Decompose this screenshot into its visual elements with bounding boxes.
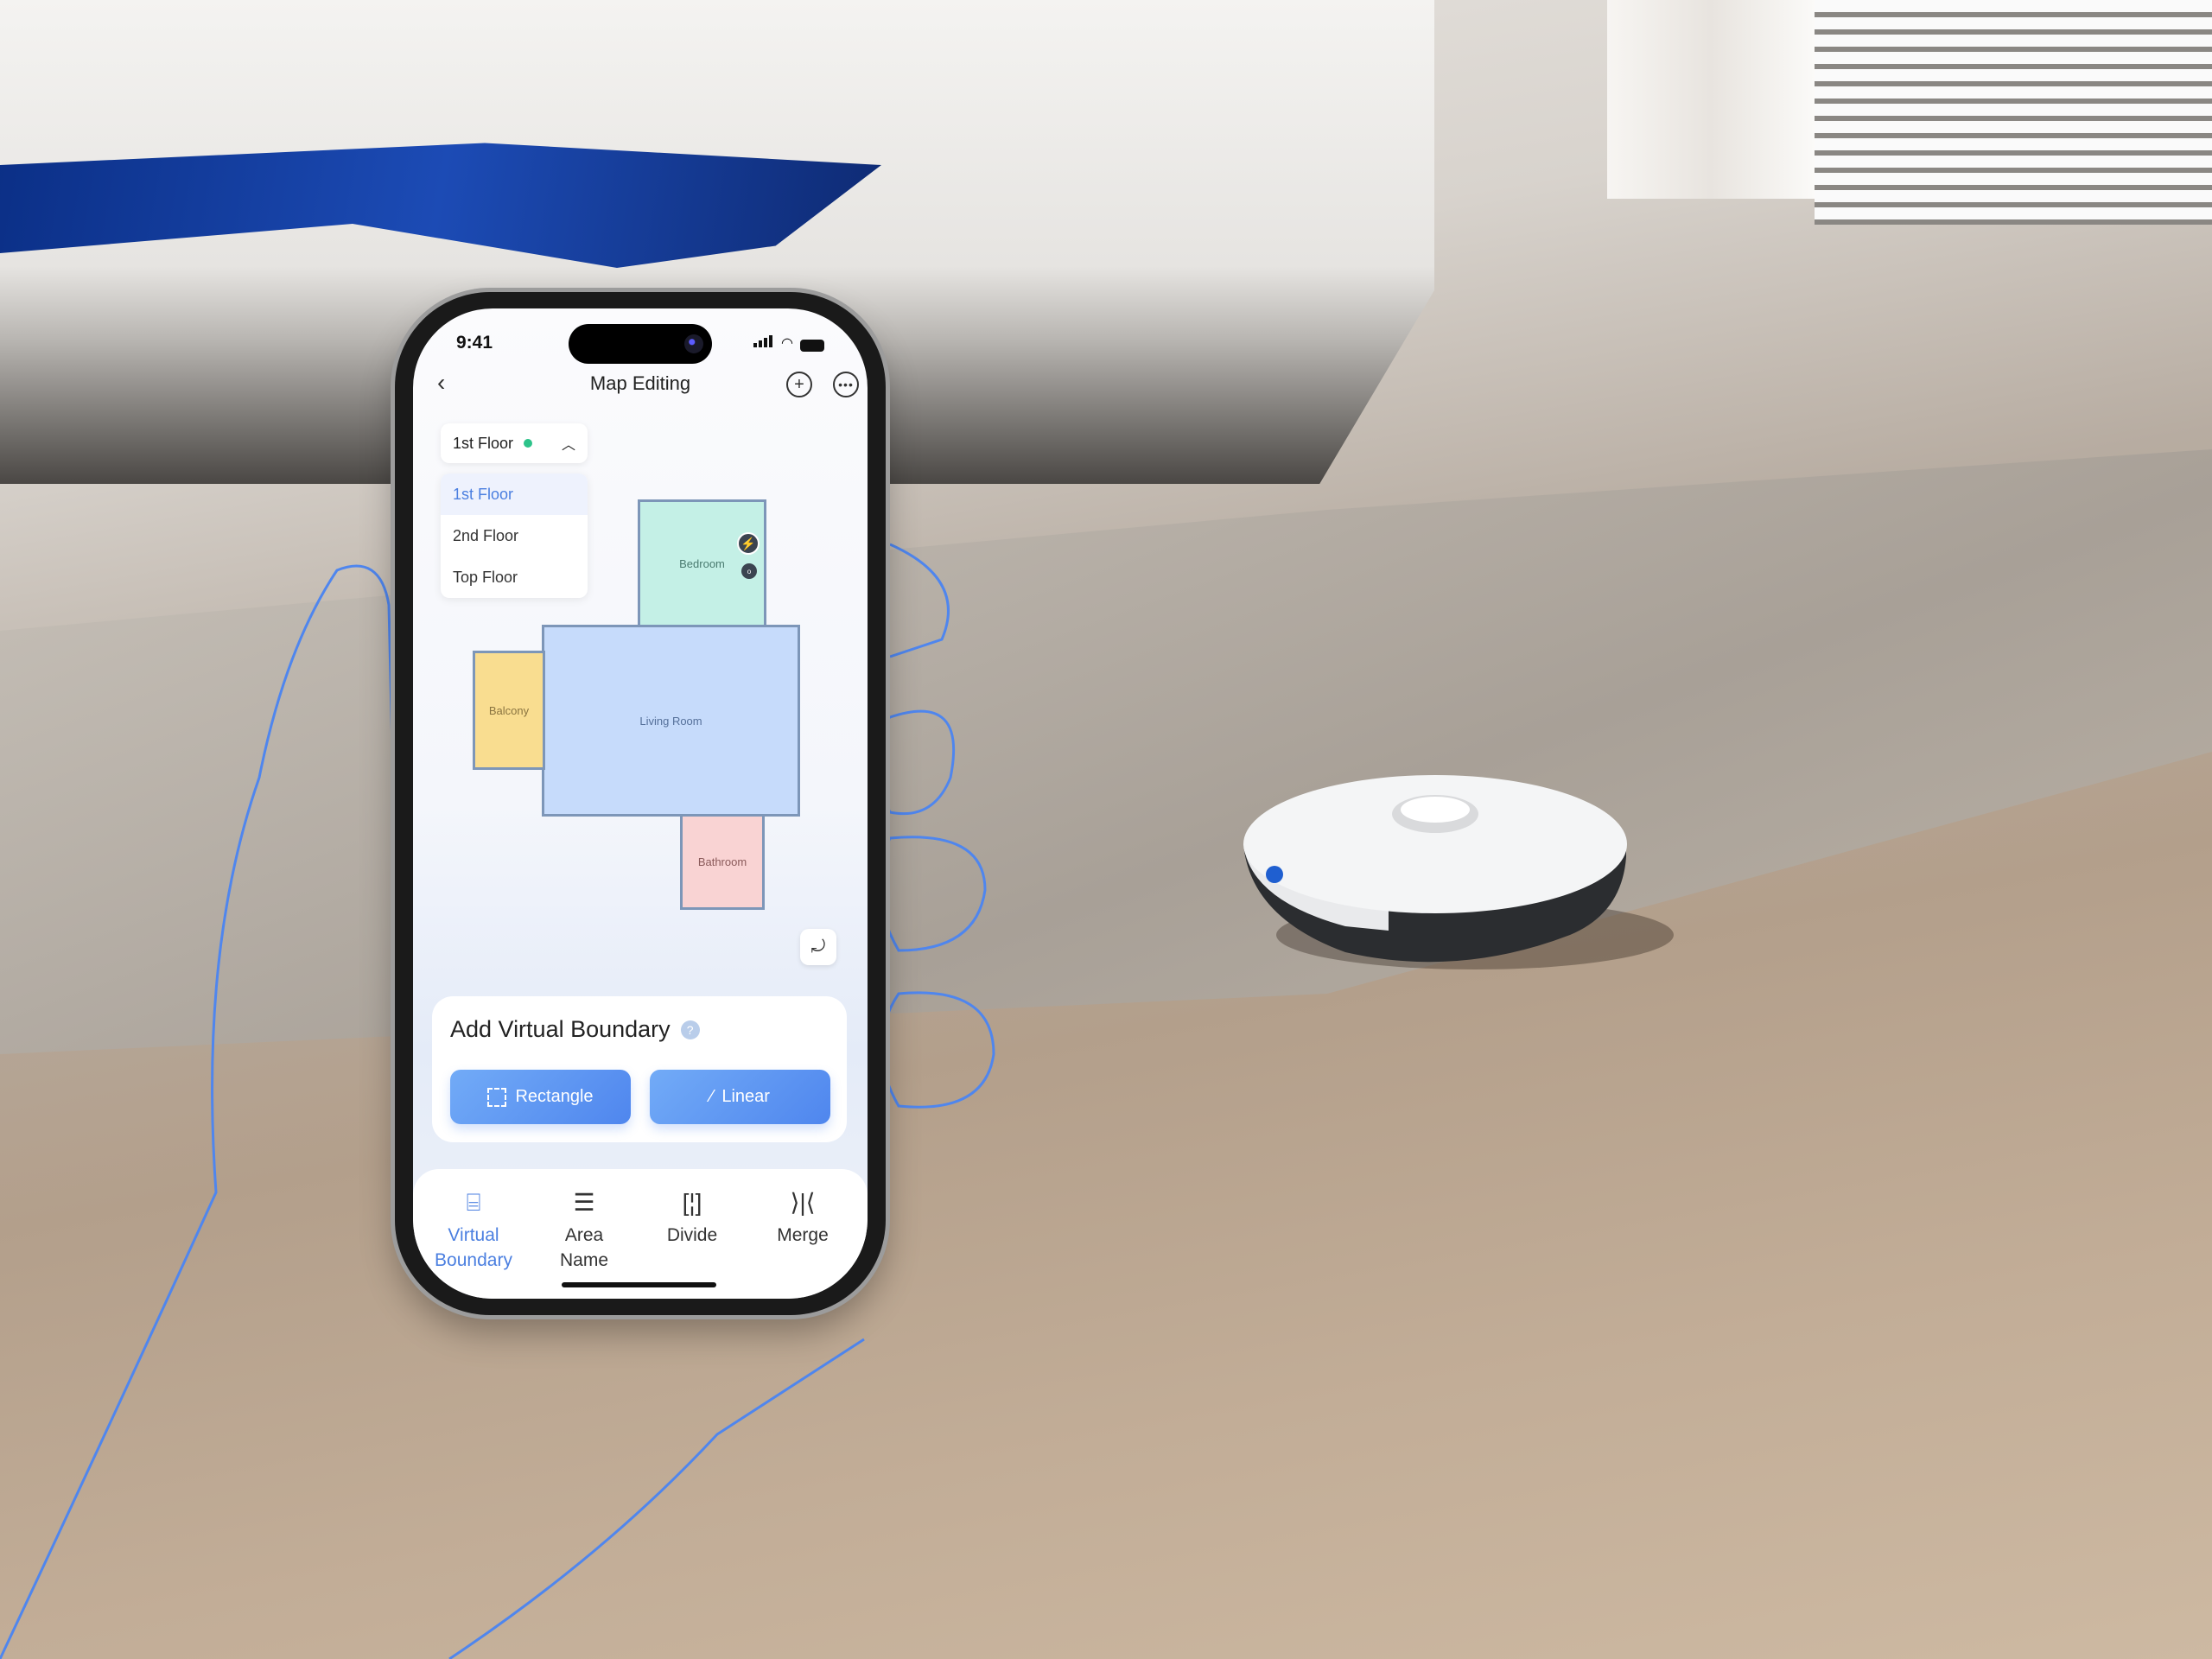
floor-selected: 1st Floor xyxy=(453,434,514,452)
status-time: 9:41 xyxy=(456,333,493,353)
room-bathroom[interactable]: Bathroom xyxy=(680,814,765,910)
nav-divide[interactable]: [¦] Divide xyxy=(640,1188,744,1248)
status-dot xyxy=(524,439,533,448)
add-virtual-boundary-card: Add Virtual Boundary? Rectangle ⁄ Linear xyxy=(432,996,847,1142)
floor-option[interactable]: 2nd Floor xyxy=(441,515,588,556)
floor-option[interactable]: 1st Floor xyxy=(441,474,588,515)
window-blinds xyxy=(1815,0,2212,225)
robot-vacuum xyxy=(1243,775,1674,969)
lightning-icon: ⚡ xyxy=(737,532,760,555)
room-living-room[interactable]: Living Room xyxy=(542,625,800,817)
boundary-icon: ⌸ xyxy=(466,1189,481,1216)
card-title: Add Virtual Boundary xyxy=(450,1016,671,1042)
phone-screen: 9:41 ◠ ‹ Map Editing + ••• Bedroom Livin… xyxy=(413,308,868,1299)
room-label: Balcony xyxy=(488,703,530,717)
phone: 9:41 ◠ ‹ Map Editing + ••• Bedroom Livin… xyxy=(395,292,886,1315)
dynamic-island xyxy=(569,324,712,364)
nav-area-name[interactable]: ☰ Area Name xyxy=(532,1188,636,1273)
signal-icon xyxy=(753,335,774,352)
floor-dropdown: 1st Floor 2nd Floor Top Floor xyxy=(441,474,588,598)
help-icon[interactable]: ? xyxy=(680,1020,700,1039)
merge-icon: ⟩|⟨ xyxy=(790,1189,816,1216)
floor-option[interactable]: Top Floor xyxy=(441,556,588,598)
room-label: Bathroom xyxy=(697,855,747,868)
floor-selector[interactable]: 1st Floor ︿ xyxy=(441,423,588,463)
nav-merge[interactable]: ⟩|⟨ Merge xyxy=(751,1188,855,1248)
dashed-rectangle-icon xyxy=(487,1087,507,1107)
home-indicator[interactable] xyxy=(562,1282,716,1287)
wifi-icon: ◠ xyxy=(781,336,793,351)
rotate-icon[interactable]: ⤾ xyxy=(800,929,836,965)
robot-icon: o xyxy=(741,563,757,579)
room-label: Living Room xyxy=(639,714,702,728)
more-circle-icon[interactable]: ••• xyxy=(833,372,859,397)
nav-label: Area Name xyxy=(559,1225,609,1270)
linear-label: Linear xyxy=(721,1087,770,1106)
divide-icon: [¦] xyxy=(682,1189,702,1216)
nav-label: Virtual Boundary xyxy=(435,1225,512,1270)
nav-virtual-boundary[interactable]: ⌸ Virtual Boundary xyxy=(422,1188,525,1273)
nav-label: Divide xyxy=(666,1225,718,1245)
linear-button[interactable]: ⁄ Linear xyxy=(650,1070,830,1124)
rectangle-label: Rectangle xyxy=(515,1087,594,1106)
status-icons: ◠ xyxy=(753,334,824,352)
nav-label: Merge xyxy=(777,1225,829,1245)
dashed-line-icon: ⁄ xyxy=(710,1087,714,1106)
rectangle-button[interactable]: Rectangle xyxy=(450,1070,631,1124)
battery-icon xyxy=(800,340,824,352)
bottom-nav: ⌸ Virtual Boundary ☰ Area Name [¦] Divide ⟩… xyxy=(413,1169,868,1299)
camera-icon xyxy=(684,334,703,353)
room-label: Bedroom xyxy=(679,556,725,570)
curtain xyxy=(1607,0,1815,199)
room-balcony[interactable]: Balcony xyxy=(473,651,545,770)
chevron-up-icon: ︿ xyxy=(561,438,575,453)
list-icon: ☰ xyxy=(573,1189,595,1216)
plus-circle-icon[interactable]: + xyxy=(786,372,812,397)
